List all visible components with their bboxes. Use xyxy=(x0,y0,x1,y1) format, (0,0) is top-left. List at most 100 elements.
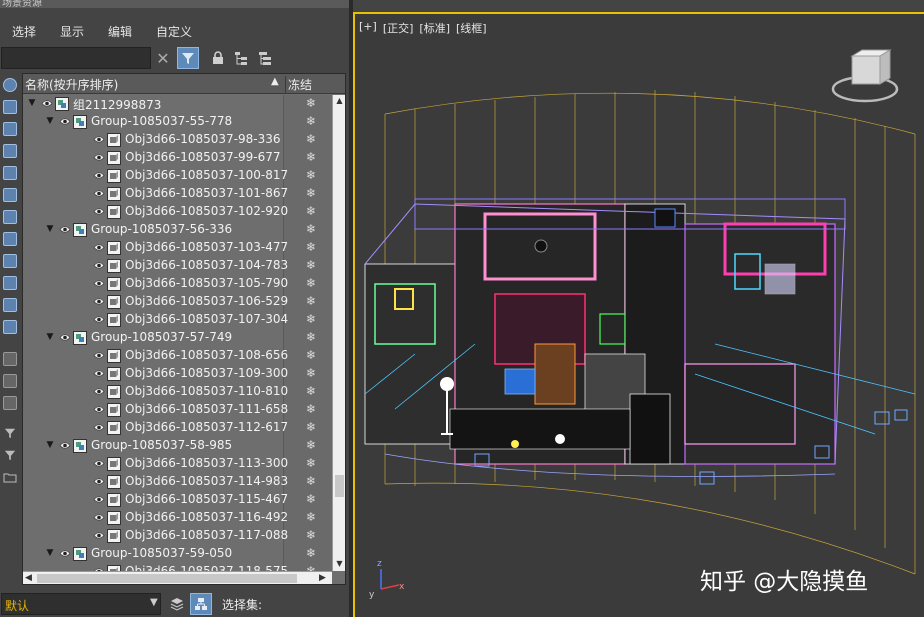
visibility-eye-icon[interactable] xyxy=(59,333,71,342)
freeze-toggle-icon[interactable]: ❄ xyxy=(306,330,316,344)
column-header-freeze[interactable]: 冻结 xyxy=(285,76,312,94)
visibility-eye-icon[interactable] xyxy=(93,369,105,378)
vertical-scroll-thumb[interactable] xyxy=(335,475,344,497)
viewport-shading-mode-menu[interactable]: [标准] xyxy=(419,20,450,36)
tree-row-object[interactable]: Obj3d66-1085037-102-920 ❄ xyxy=(23,203,331,221)
menu-customize[interactable]: 自定义 xyxy=(144,22,204,42)
freeze-toggle-icon[interactable]: ❄ xyxy=(306,240,316,254)
horizontal-scroll-thumb[interactable] xyxy=(37,574,297,583)
layer-dropdown[interactable]: 默认 ▼ xyxy=(1,593,161,615)
visibility-eye-icon[interactable] xyxy=(93,135,105,144)
freeze-toggle-icon[interactable]: ❄ xyxy=(306,474,316,488)
hierarchy-expand-button[interactable] xyxy=(254,47,276,69)
freeze-toggle-icon[interactable]: ❄ xyxy=(306,276,316,290)
tree-row-group[interactable]: ▼ Group-1085037-55-778 ❄ xyxy=(23,113,331,131)
freeze-toggle-icon[interactable]: ❄ xyxy=(306,528,316,542)
visibility-eye-icon[interactable] xyxy=(93,477,105,486)
hierarchy-view-button[interactable] xyxy=(190,593,212,615)
wireframe-scene[interactable]: z y x xyxy=(355,14,924,617)
visibility-eye-icon[interactable] xyxy=(93,405,105,414)
tree-row-object[interactable]: Obj3d66-1085037-110-810 ❄ xyxy=(23,383,331,401)
tree-row-group[interactable]: ▼ 组2112998873 ❄ xyxy=(23,95,331,113)
freeze-toggle-icon[interactable]: ❄ xyxy=(306,384,316,398)
menu-display[interactable]: 显示 xyxy=(48,22,96,42)
visibility-eye-icon[interactable] xyxy=(93,513,105,522)
visibility-eye-icon[interactable] xyxy=(93,387,105,396)
view-cube-icon[interactable] xyxy=(831,49,899,103)
display-helpers-button[interactable] xyxy=(1,164,19,182)
freeze-toggle-icon[interactable]: ❄ xyxy=(306,420,316,434)
scroll-down-icon[interactable]: ▼ xyxy=(333,558,346,570)
tree-row-object[interactable]: Obj3d66-1085037-101-867 ❄ xyxy=(23,185,331,203)
visibility-eye-icon[interactable] xyxy=(93,351,105,360)
freeze-toggle-icon[interactable]: ❄ xyxy=(306,204,316,218)
filter-toggle-button[interactable] xyxy=(177,47,199,69)
visibility-eye-icon[interactable] xyxy=(93,495,105,504)
hierarchy-button[interactable] xyxy=(230,47,252,69)
tree-row-group[interactable]: ▼ Group-1085037-59-050 ❄ xyxy=(23,545,331,563)
visibility-eye-icon[interactable] xyxy=(59,225,71,234)
freeze-toggle-icon[interactable]: ❄ xyxy=(306,186,316,200)
freeze-toggle-icon[interactable]: ❄ xyxy=(306,366,316,380)
visibility-eye-icon[interactable] xyxy=(41,99,53,108)
display-xrefs-button[interactable] xyxy=(1,230,19,248)
search-input[interactable] xyxy=(1,47,151,69)
tree-row-object[interactable]: Obj3d66-1085037-98-336 ❄ xyxy=(23,131,331,149)
visibility-eye-icon[interactable] xyxy=(59,117,71,126)
expand-toggle-icon[interactable]: ▼ xyxy=(45,116,55,126)
visibility-eye-icon[interactable] xyxy=(93,279,105,288)
display-lights-button[interactable] xyxy=(1,120,19,138)
visibility-eye-icon[interactable] xyxy=(93,189,105,198)
freeze-toggle-icon[interactable]: ❄ xyxy=(306,312,316,326)
visibility-eye-icon[interactable] xyxy=(93,315,105,324)
tree-row-object[interactable]: Obj3d66-1085037-111-658 ❄ xyxy=(23,401,331,419)
visibility-eye-icon[interactable] xyxy=(93,243,105,252)
display-frozen-button[interactable] xyxy=(1,296,19,314)
expand-toggle-icon[interactable]: ▼ xyxy=(45,548,55,558)
freeze-toggle-icon[interactable]: ❄ xyxy=(306,402,316,416)
tree-row-group[interactable]: ▼ Group-1085037-56-336 ❄ xyxy=(23,221,331,239)
tree-row-object[interactable]: Obj3d66-1085037-113-300 ❄ xyxy=(23,455,331,473)
tree-row-object[interactable]: Obj3d66-1085037-104-783 ❄ xyxy=(23,257,331,275)
visibility-eye-icon[interactable] xyxy=(93,171,105,180)
freeze-toggle-icon[interactable]: ❄ xyxy=(306,222,316,236)
freeze-toggle-icon[interactable]: ❄ xyxy=(306,456,316,470)
display-none-button[interactable] xyxy=(1,372,19,390)
visibility-eye-icon[interactable] xyxy=(59,549,71,558)
tree-row-object[interactable]: Obj3d66-1085037-116-492 ❄ xyxy=(23,509,331,527)
freeze-toggle-icon[interactable]: ❄ xyxy=(306,510,316,524)
vertical-scrollbar[interactable]: ▲ ▼ xyxy=(332,95,345,571)
scroll-left-icon[interactable]: ◀ xyxy=(25,572,32,584)
visibility-eye-icon[interactable] xyxy=(59,441,71,450)
freeze-toggle-icon[interactable]: ❄ xyxy=(306,258,316,272)
lock-button[interactable] xyxy=(207,47,229,69)
freeze-toggle-icon[interactable]: ❄ xyxy=(306,96,316,110)
freeze-toggle-icon[interactable]: ❄ xyxy=(306,492,316,506)
viewport-general-menu[interactable]: [+] xyxy=(359,20,377,36)
display-groups-button[interactable] xyxy=(1,208,19,226)
freeze-toggle-icon[interactable]: ❄ xyxy=(306,546,316,560)
tree-row-object[interactable]: Obj3d66-1085037-115-467 ❄ xyxy=(23,491,331,509)
tree-row-group[interactable]: ▼ Group-1085037-57-749 ❄ xyxy=(23,329,331,347)
display-shapes-button[interactable] xyxy=(1,98,19,116)
freeze-toggle-icon[interactable]: ❄ xyxy=(306,114,316,128)
expand-toggle-icon[interactable]: ▼ xyxy=(45,224,55,234)
visibility-eye-icon[interactable] xyxy=(93,531,105,540)
display-spacewarps-button[interactable] xyxy=(1,186,19,204)
display-cameras-button[interactable] xyxy=(1,142,19,160)
tree-row-object[interactable]: Obj3d66-1085037-112-617 ❄ xyxy=(23,419,331,437)
visibility-eye-icon[interactable] xyxy=(93,459,105,468)
freeze-toggle-icon[interactable]: ❄ xyxy=(306,132,316,146)
display-hidden-button[interactable] xyxy=(1,318,19,336)
visibility-eye-icon[interactable] xyxy=(93,153,105,162)
filter-options-button[interactable] xyxy=(1,424,19,442)
freeze-toggle-icon[interactable]: ❄ xyxy=(306,294,316,308)
tree-row-object[interactable]: Obj3d66-1085037-99-677 ❄ xyxy=(23,149,331,167)
freeze-toggle-icon[interactable]: ❄ xyxy=(306,150,316,164)
display-bones-button[interactable] xyxy=(1,252,19,270)
freeze-toggle-icon[interactable]: ❄ xyxy=(306,438,316,452)
column-header-name[interactable]: 名称(按升序排序) xyxy=(25,76,118,93)
layer-explorer-button[interactable] xyxy=(166,593,188,615)
freeze-toggle-icon[interactable]: ❄ xyxy=(306,348,316,362)
viewport-display-mode-menu[interactable]: [线框] xyxy=(456,20,487,36)
